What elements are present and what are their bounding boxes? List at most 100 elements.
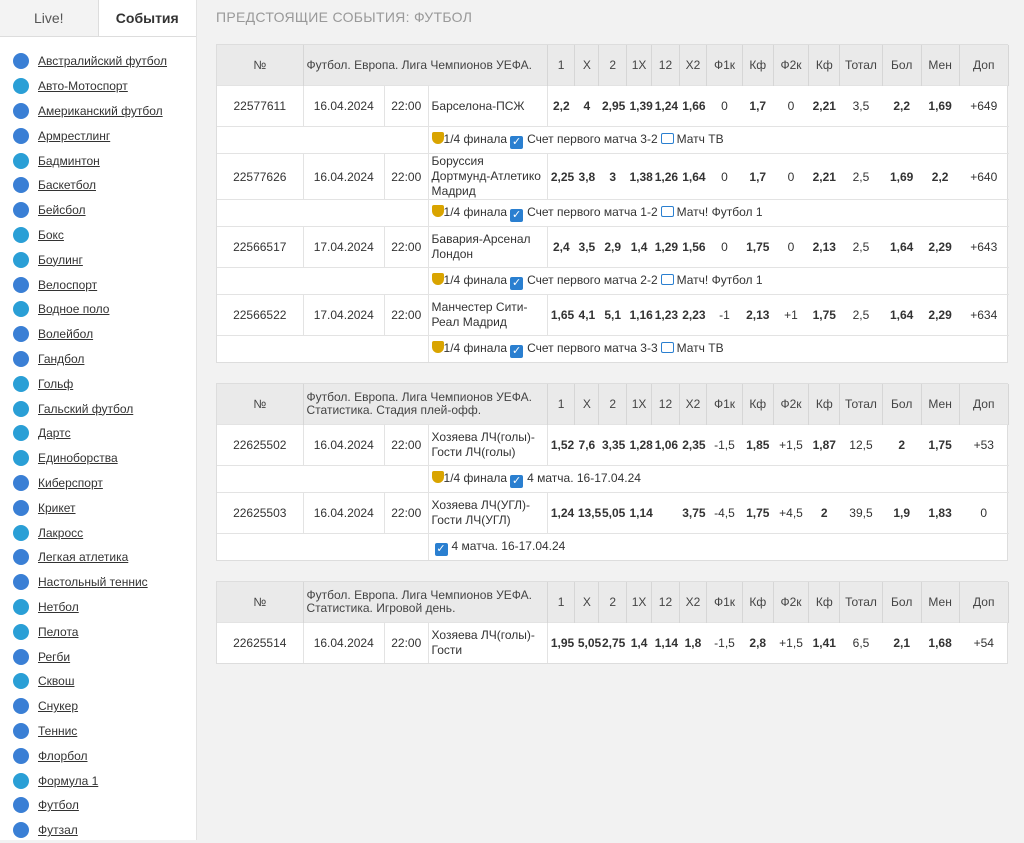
odds-cell[interactable]: 2,95 (598, 85, 627, 127)
sport-link[interactable]: Гольф (38, 377, 73, 391)
odds-cell[interactable]: +634 (959, 294, 1009, 336)
odds-cell[interactable]: 5,05 (574, 622, 601, 663)
odds-cell[interactable]: 1,14 (626, 492, 653, 534)
odds-cell[interactable]: 1,75 (742, 226, 774, 268)
sport-item[interactable]: Гандбол (0, 347, 196, 372)
event-teams[interactable]: Хозяева ЛЧ(голы)-Гости ЛЧ(голы) (427, 424, 548, 466)
sport-item[interactable]: Волейбол (0, 322, 196, 347)
tab-events[interactable]: События (98, 0, 196, 36)
odds-cell[interactable]: 3,8 (574, 153, 599, 200)
sport-item[interactable]: Киберспорт (0, 471, 196, 496)
odds-cell[interactable]: 2,2 (546, 85, 575, 127)
sport-item[interactable]: Настольный теннис (0, 570, 196, 595)
sport-link[interactable]: Боулинг (38, 253, 83, 267)
odds-cell[interactable]: 3,5 (574, 226, 599, 268)
odds-cell[interactable]: +4,5 (773, 492, 809, 534)
odds-cell[interactable]: 2,75 (598, 622, 627, 663)
sport-link[interactable]: Австралийский футбол (38, 54, 167, 68)
odds-cell[interactable]: 7,6 (574, 424, 599, 466)
odds-cell[interactable]: 2,21 (808, 85, 840, 127)
odds-cell[interactable]: 2,2 (882, 85, 922, 127)
sport-item[interactable]: Американский футбол (0, 99, 196, 124)
sport-item[interactable]: Гальский футбол (0, 396, 196, 421)
odds-cell[interactable]: 5,1 (598, 294, 627, 336)
sport-link[interactable]: Формула 1 (38, 774, 98, 788)
odds-cell[interactable]: 2,25 (546, 153, 575, 200)
odds-cell[interactable]: 1,75 (808, 294, 840, 336)
sport-item[interactable]: Дартс (0, 421, 196, 446)
odds-cell[interactable]: 1,23 (651, 294, 680, 336)
odds-cell[interactable]: 1,56 (679, 226, 707, 268)
odds-cell[interactable]: +1,5 (773, 424, 809, 466)
odds-cell[interactable] (651, 492, 680, 534)
sport-link[interactable]: Легкая атлетика (38, 550, 128, 564)
odds-cell[interactable]: 39,5 (839, 492, 883, 534)
odds-cell[interactable]: 4,1 (574, 294, 599, 336)
sport-link[interactable]: Армрестлинг (38, 129, 110, 143)
sport-link[interactable]: Баскетбол (38, 178, 96, 192)
odds-cell[interactable]: 6,5 (839, 622, 883, 663)
odds-cell[interactable]: 4 (574, 85, 599, 127)
odds-cell[interactable]: 5,05 (598, 492, 627, 534)
odds-cell[interactable]: 1,64 (882, 294, 922, 336)
sport-item[interactable]: Бадминтон (0, 148, 196, 173)
sport-link[interactable]: Бадминтон (38, 154, 100, 168)
odds-cell[interactable]: 1,14 (651, 622, 680, 663)
odds-cell[interactable]: 0 (773, 153, 809, 200)
odds-cell[interactable]: +1 (773, 294, 809, 336)
sport-item[interactable]: Австралийский футбол (0, 49, 196, 74)
odds-cell[interactable]: +54 (959, 622, 1009, 663)
odds-cell[interactable]: -1,5 (706, 424, 743, 466)
sport-link[interactable]: Настольный теннис (38, 575, 148, 589)
odds-cell[interactable]: 1,16 (626, 294, 653, 336)
sport-item[interactable]: Гольф (0, 371, 196, 396)
odds-cell[interactable]: 1,39 (626, 85, 653, 127)
tab-live[interactable]: Live! (0, 0, 99, 36)
odds-cell[interactable]: 2,5 (839, 294, 883, 336)
sport-item[interactable]: Регби (0, 644, 196, 669)
sport-item[interactable]: Крикет (0, 495, 196, 520)
sport-item[interactable]: Футбол (0, 793, 196, 818)
sport-item[interactable]: Единоборства (0, 446, 196, 471)
odds-cell[interactable]: 2,5 (839, 153, 883, 200)
sport-link[interactable]: Гандбол (38, 352, 84, 366)
event-teams[interactable]: Хозяева ЛЧ(голы)-Гости (427, 622, 548, 663)
sport-item[interactable]: Флорбол (0, 743, 196, 768)
sport-link[interactable]: Снукер (38, 699, 78, 713)
odds-cell[interactable]: 3,5 (839, 85, 883, 127)
odds-cell[interactable]: +640 (959, 153, 1009, 200)
odds-cell[interactable]: 1,52 (546, 424, 575, 466)
sport-item[interactable]: Легкая атлетика (0, 545, 196, 570)
sport-item[interactable]: Нетбол (0, 595, 196, 620)
sport-link[interactable]: Лакросс (38, 526, 83, 540)
odds-cell[interactable]: 2,4 (546, 226, 575, 268)
sport-link[interactable]: Нетбол (38, 600, 79, 614)
odds-cell[interactable]: 2,29 (921, 294, 960, 336)
odds-cell[interactable]: -4,5 (706, 492, 743, 534)
sport-link[interactable]: Единоборства (38, 451, 118, 465)
odds-cell[interactable]: 0 (706, 226, 743, 268)
odds-cell[interactable]: 0 (706, 85, 743, 127)
odds-cell[interactable]: 1,75 (921, 424, 960, 466)
odds-cell[interactable]: -1 (706, 294, 743, 336)
odds-cell[interactable]: 2,9 (598, 226, 627, 268)
odds-cell[interactable]: 1,4 (626, 622, 652, 663)
odds-cell[interactable]: 1,66 (679, 85, 707, 127)
odds-cell[interactable]: -1,5 (706, 622, 743, 663)
odds-cell[interactable]: 2,23 (679, 294, 707, 336)
sport-item[interactable]: Водное поло (0, 297, 196, 322)
sport-link[interactable]: Водное поло (38, 302, 109, 316)
odds-cell[interactable]: 1,68 (921, 622, 960, 663)
odds-cell[interactable]: +649 (959, 85, 1009, 127)
sport-item[interactable]: Лакросс (0, 520, 196, 545)
odds-cell[interactable]: 2,13 (742, 294, 774, 336)
odds-cell[interactable]: 1,38 (626, 153, 653, 200)
sport-link[interactable]: Бокс (38, 228, 64, 242)
odds-cell[interactable]: +1,5 (773, 622, 809, 663)
sport-link[interactable]: Дартс (38, 426, 71, 440)
odds-cell[interactable]: 1,7 (742, 85, 774, 127)
sport-item[interactable]: Боулинг (0, 247, 196, 272)
sport-item[interactable]: Футзал (0, 818, 196, 843)
sport-link[interactable]: Велоспорт (38, 278, 97, 292)
odds-cell[interactable]: 1,24 (546, 492, 575, 534)
